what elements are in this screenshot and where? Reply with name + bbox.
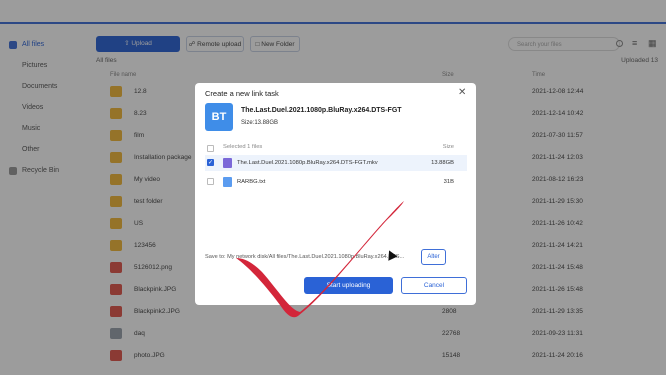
checkmark-stroke <box>236 201 404 317</box>
checkmark-annotation <box>0 0 666 375</box>
